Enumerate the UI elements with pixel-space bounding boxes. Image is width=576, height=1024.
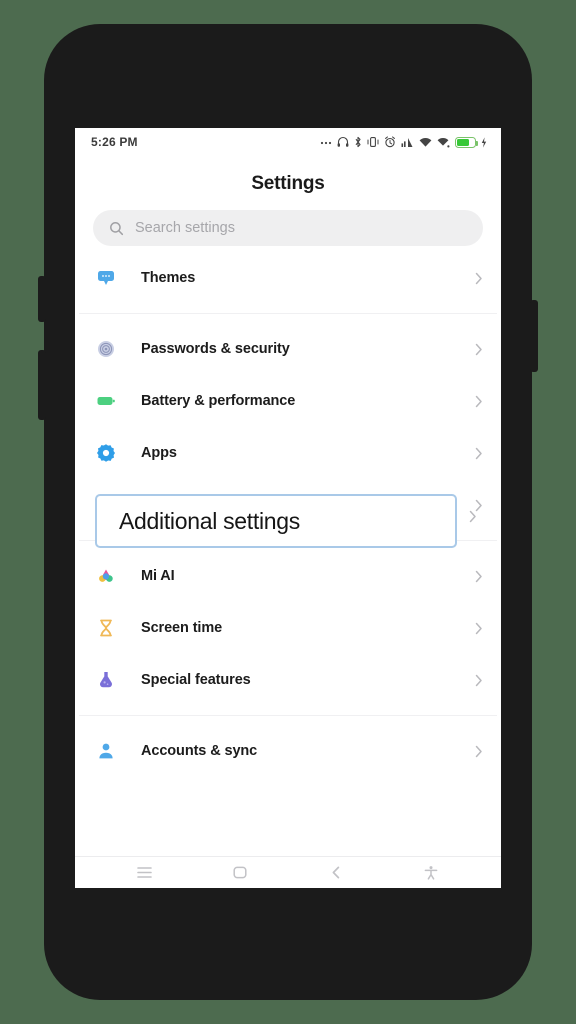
screenshot-stage: 5:26 PM Settings Search settings Themes … <box>0 0 576 1024</box>
flask-icon <box>95 669 129 691</box>
page-title: Settings <box>251 173 325 194</box>
chevron-left-icon[interactable] <box>316 865 356 880</box>
search-placeholder: Search settings <box>135 220 235 236</box>
list-item-label: Mi AI <box>141 568 175 584</box>
hourglass-icon <box>95 617 129 639</box>
chevron-right-icon <box>475 745 485 758</box>
fingerprint-icon <box>95 338 129 360</box>
list-item-label: Battery & performance <box>141 393 296 409</box>
home-square-icon[interactable] <box>220 865 260 880</box>
menu-icon[interactable] <box>125 865 165 880</box>
list-item-label: Special features <box>141 672 251 688</box>
status-bar-icons <box>320 136 487 148</box>
status-bar-time: 5:26 PM <box>91 135 138 149</box>
chevron-right-icon <box>475 272 485 285</box>
highlight-label: Additional settings <box>119 507 300 534</box>
list-item-mi-ai[interactable]: Mi AI <box>75 550 501 602</box>
list-item-screen-time[interactable]: Screen time <box>75 602 501 654</box>
themes-icon <box>95 267 129 289</box>
battery-icon <box>455 136 478 148</box>
chevron-right-icon <box>475 343 485 356</box>
headphones-icon <box>337 136 349 148</box>
list-item-label: Screen time <box>141 620 223 636</box>
list-item-passwords-security[interactable]: Passwords & security <box>75 323 501 375</box>
list-item-label: Passwords & security <box>141 341 290 357</box>
chevron-right-icon <box>475 570 485 583</box>
list-item-label: Accounts & sync <box>141 743 258 759</box>
more-ellipsis-icon <box>320 137 332 147</box>
status-bar: 5:26 PM <box>75 128 501 156</box>
chevron-right-icon <box>475 622 485 635</box>
gear-icon <box>95 442 129 464</box>
phone-screen: 5:26 PM Settings Search settings Themes … <box>75 128 501 888</box>
list-item-label: Apps <box>141 445 177 461</box>
chevron-right-icon <box>469 510 477 528</box>
vibrate-icon <box>367 136 379 148</box>
list-item-apps[interactable]: Apps <box>75 427 501 479</box>
wifi-calling-icon <box>437 137 450 148</box>
android-navigation-bar <box>75 856 501 888</box>
accessibility-icon[interactable] <box>411 865 451 881</box>
list-item-battery-performance[interactable]: Battery & performance <box>75 375 501 427</box>
search-container: Search settings <box>75 210 501 252</box>
account-icon <box>95 740 129 762</box>
chevron-right-icon <box>475 447 485 460</box>
battery-icon <box>95 390 129 412</box>
highlight-box-additional-settings[interactable]: Additional settings <box>95 494 457 548</box>
phone-side-button-volume-up[interactable] <box>38 276 46 322</box>
list-item-special-features[interactable]: Special features <box>75 654 501 706</box>
chevron-right-icon <box>475 395 485 408</box>
battery-fill <box>457 138 470 146</box>
wifi-icon <box>419 137 432 148</box>
bluetooth-icon <box>354 136 362 148</box>
signal-icon <box>401 137 414 148</box>
phone-side-button-volume-down[interactable] <box>38 350 46 420</box>
phone-side-button-power[interactable] <box>530 300 538 372</box>
charging-bolt-icon <box>481 136 487 148</box>
search-icon <box>109 221 124 236</box>
mi-ai-icon <box>95 565 129 587</box>
list-item-label: Themes <box>141 270 196 286</box>
list-item-themes[interactable]: Themes <box>75 252 501 304</box>
search-input[interactable]: Search settings <box>93 210 483 246</box>
chevron-right-icon <box>475 674 485 687</box>
alarm-icon <box>384 136 396 148</box>
list-item-accounts-sync[interactable]: Accounts & sync <box>75 725 501 777</box>
